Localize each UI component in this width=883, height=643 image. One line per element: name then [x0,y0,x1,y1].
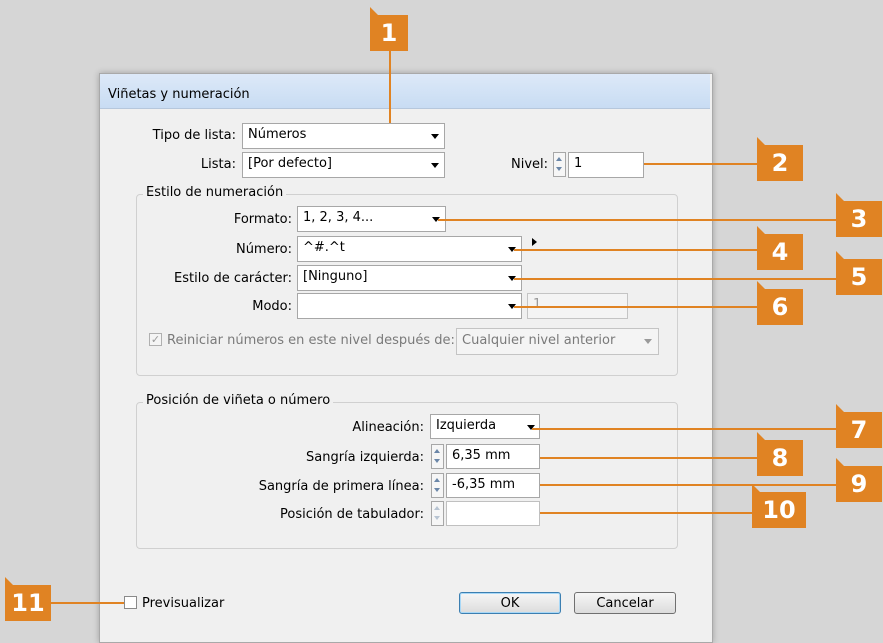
level-stepper[interactable] [553,152,566,177]
callout-flag [836,458,844,466]
first-line-indent-input[interactable]: -6,35 mm [446,473,540,498]
left-indent-input[interactable]: 6,35 mm [446,444,540,469]
first-line-indent-label: Sangría de primera línea: [258,479,424,494]
list-label: Lista: [200,157,236,172]
stepper-up-icon[interactable] [434,506,440,510]
list-type-dropdown[interactable]: Números [242,123,445,149]
callout-6-line [514,306,757,308]
level-input[interactable]: 1 [568,152,644,178]
left-indent-value: 6,35 mm [452,448,511,463]
list-type-value: Números [248,127,307,142]
list-dropdown[interactable]: [Por defecto] [242,152,445,178]
callout-flag [757,281,765,289]
format-dropdown[interactable]: 1, 2, 3, 4... [297,206,446,232]
bullet-position-title: Posición de viñeta o número [143,393,334,408]
stepper-up-icon[interactable] [434,449,440,453]
tab-position-input[interactable] [446,501,540,526]
format-value: 1, 2, 3, 4... [303,210,374,225]
char-style-label: Estilo de carácter: [174,271,292,286]
callout-flag [752,484,760,492]
callout-3: 3 [836,201,882,237]
stepper-up-icon[interactable] [434,478,440,482]
chevron-down-icon[interactable] [431,134,439,139]
callout-5-line [514,278,836,280]
dialog-title: Viñetas y numeración [108,87,250,102]
callout-11-line [51,602,124,604]
callout-flag [757,137,765,145]
callout-4-line [514,249,757,251]
callout-9: 9 [836,466,882,502]
char-style-value: [Ninguno] [303,269,368,284]
callout-7-line [532,428,836,430]
stepper-down-icon[interactable] [434,516,440,520]
left-indent-label: Sangría izquierda: [305,450,424,465]
callout-flag [757,226,765,234]
list-type-label: Tipo de lista: [152,128,236,143]
callout-flag [836,404,844,412]
number-label: Número: [235,242,292,257]
callout-flag [836,251,844,259]
callout-9-line [540,484,836,486]
mode-label: Modo: [252,299,292,314]
restart-value: Cualquier nivel anterior [462,333,616,348]
callout-10-line [540,512,752,514]
callout-7: 7 [836,412,882,448]
callout-flag [370,7,378,15]
alignment-dropdown[interactable]: Izquierda [430,414,540,439]
first-line-indent-stepper[interactable] [431,473,444,498]
cancel-button[interactable]: Cancelar [574,592,676,614]
callout-6: 6 [757,289,803,325]
callout-1: 1 [370,15,408,51]
stepper-down-icon[interactable] [434,488,440,492]
mode-dropdown[interactable] [297,293,522,319]
ok-button[interactable]: OK [459,592,561,614]
restart-checkbox[interactable]: ✓ [149,333,162,346]
restart-label: Reiniciar números en este nivel después … [167,333,455,348]
chevron-down-icon[interactable] [431,163,439,168]
callout-10: 10 [752,492,806,528]
callout-5: 5 [836,259,882,295]
alignment-label: Alineación: [352,420,424,435]
callout-1-line [389,51,391,123]
level-value: 1 [574,156,583,171]
callout-flag [836,193,844,201]
stepper-down-icon[interactable] [434,459,440,463]
level-label: Nivel: [511,157,549,172]
callout-8: 8 [757,440,803,476]
preview-checkbox[interactable] [124,596,137,609]
stepper-down-icon[interactable] [556,167,562,171]
preview-label: Previsualizar [142,596,225,611]
callout-11: 11 [5,585,51,621]
tab-position-label: Posición de tabulador: [279,507,424,522]
chevron-down-icon[interactable] [644,339,652,344]
format-label: Formato: [233,212,292,227]
callout-flag [5,577,13,585]
callout-2-line [644,163,757,165]
number-input[interactable]: ^#.^t [297,236,522,262]
callout-4: 4 [757,234,803,270]
tab-position-stepper[interactable] [431,501,444,526]
first-line-indent-value: -6,35 mm [452,477,516,492]
list-value: [Por defecto] [248,156,332,171]
left-indent-stepper[interactable] [431,444,444,469]
callout-8-line [540,457,757,459]
numbering-style-title: Estilo de numeración [143,185,287,200]
stepper-up-icon[interactable] [556,157,562,161]
checkmark-icon: ✓ [150,333,161,346]
alignment-value: Izquierda [436,418,497,433]
number-value: ^#.^t [303,240,345,255]
insert-special-char-icon[interactable] [532,238,537,246]
callout-flag [757,432,765,440]
mode-start-value: 1 [533,297,542,312]
callout-2: 2 [757,145,803,181]
char-style-dropdown[interactable]: [Ninguno] [297,265,522,291]
restart-dropdown[interactable]: Cualquier nivel anterior [456,328,659,355]
callout-3-line [438,219,836,221]
